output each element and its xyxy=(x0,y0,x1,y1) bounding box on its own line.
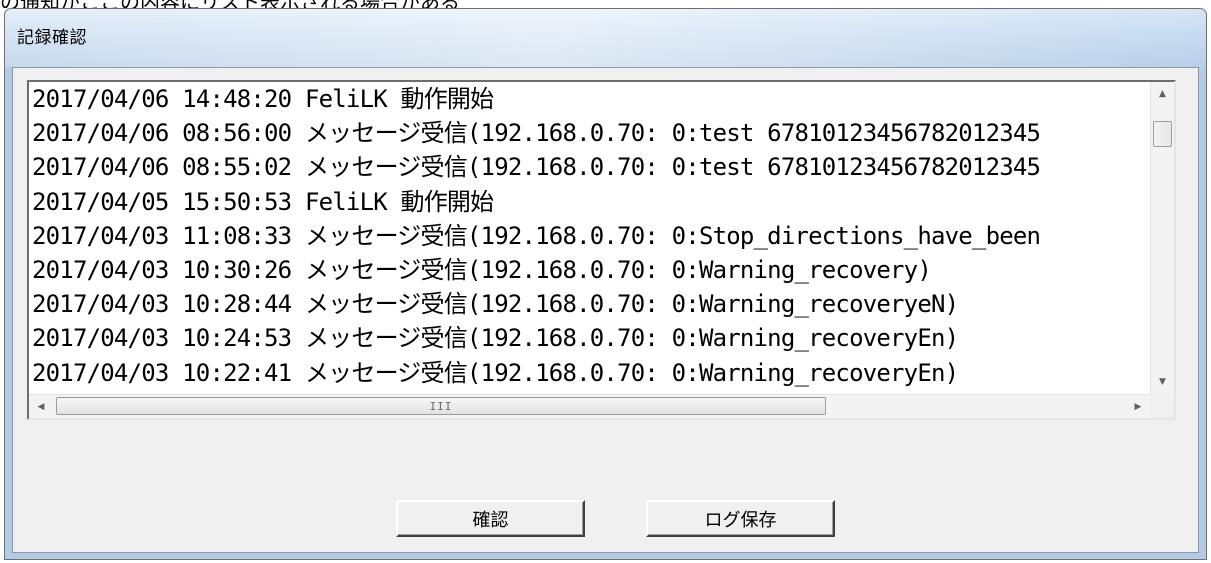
log-lines: 2017/04/06 14:48:20 FeliLK 動作開始 2017/04/0… xyxy=(32,82,1142,394)
confirm-button[interactable]: 確認 xyxy=(396,500,585,537)
log-line[interactable]: 2017/04/06 08:55:02 メッセージ受信(192.168.0.70… xyxy=(32,150,1142,184)
horizontal-scrollbar[interactable]: ◀ III ▶ xyxy=(29,394,1150,418)
log-listbox[interactable]: 2017/04/06 14:48:20 FeliLK 動作開始 2017/04/0… xyxy=(27,80,1176,420)
log-line[interactable]: 2017/04/03 11:08:33 メッセージ受信(192.168.0.70… xyxy=(32,219,1142,253)
log-line[interactable]: 2017/04/03 10:22:41 メッセージ受信(192.168.0.70… xyxy=(32,356,1142,390)
scroll-down-arrow-icon[interactable]: ▼ xyxy=(1151,370,1174,394)
log-line[interactable]: 2017/04/06 14:48:20 FeliLK 動作開始 xyxy=(32,82,1142,116)
scroll-right-arrow-icon[interactable]: ▶ xyxy=(1126,395,1150,418)
vertical-scroll-thumb[interactable] xyxy=(1153,121,1172,147)
background-text-strip: の通知がここの内容にリスト表示される場合がある xyxy=(0,0,1211,8)
horizontal-scroll-thumb[interactable]: III xyxy=(56,397,826,415)
scroll-up-arrow-icon[interactable]: ▲ xyxy=(1151,82,1174,106)
scrollbar-corner xyxy=(1150,394,1174,418)
log-line[interactable]: 2017/04/03 10:24:53 メッセージ受信(192.168.0.70… xyxy=(32,321,1142,355)
background-text: の通知がここの内容にリスト表示される場合がある xyxy=(0,0,460,8)
save-log-button[interactable]: ログ保存 xyxy=(646,500,835,537)
log-line[interactable]: 2017/04/03 10:30:26 メッセージ受信(192.168.0.70… xyxy=(32,253,1142,287)
dialog-client-area: 2017/04/06 14:48:20 FeliLK 動作開始 2017/04/0… xyxy=(12,67,1199,553)
scroll-grip-icon: III xyxy=(429,399,453,413)
vertical-scrollbar[interactable]: ▲ ▼ xyxy=(1150,82,1174,394)
log-line[interactable]: 2017/04/05 15:50:53 FeliLK 動作開始 xyxy=(32,185,1142,219)
title-bar[interactable]: 記録確認 xyxy=(5,9,1206,67)
window-title: 記録確認 xyxy=(17,28,87,48)
scroll-left-arrow-icon[interactable]: ◀ xyxy=(29,395,53,418)
log-line[interactable]: 2017/04/06 08:56:00 メッセージ受信(192.168.0.70… xyxy=(32,116,1142,150)
log-line[interactable]: 2017/04/03 10:28:44 メッセージ受信(192.168.0.70… xyxy=(32,287,1142,321)
log-confirm-dialog: 記録確認 2017/04/06 14:48:20 FeliLK 動作開始 2017… xyxy=(4,8,1207,560)
